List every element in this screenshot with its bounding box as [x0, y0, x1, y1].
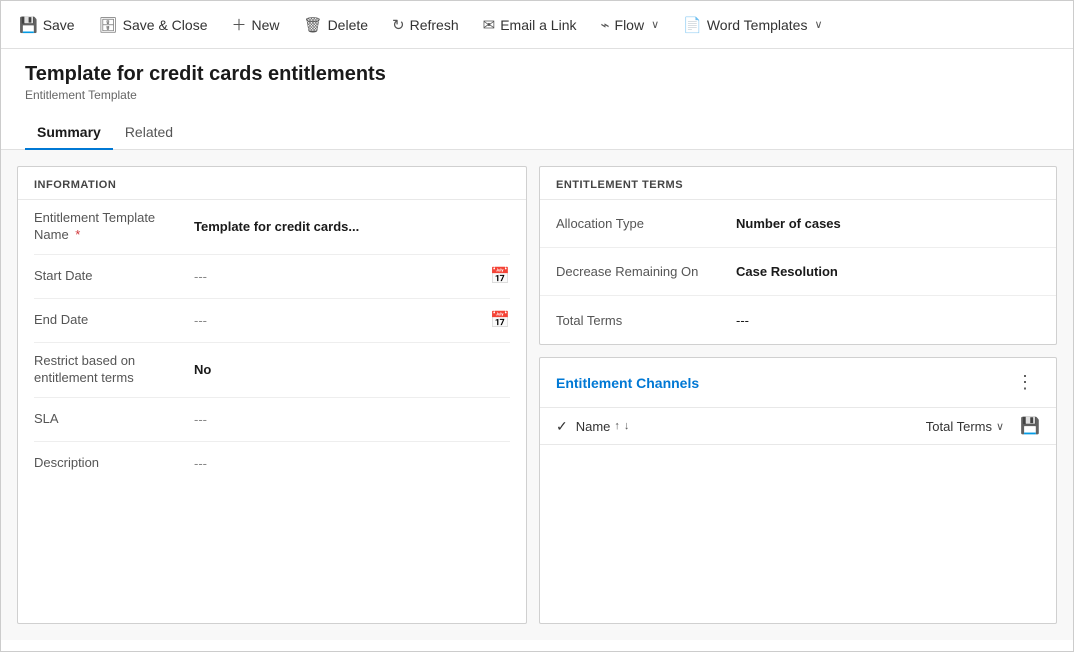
total-terms-col[interactable]: Total Terms ∨	[926, 419, 1004, 434]
field-row-end-date: End Date --- 📅	[34, 299, 510, 343]
field-value-restrict-terms[interactable]: No	[194, 362, 510, 377]
channels-header: Entitlement Channels ⋮	[540, 358, 1056, 408]
email-link-button[interactable]: ✉ Email a Link	[473, 10, 587, 40]
page-header: Template for credit cards entitlements E…	[1, 49, 1073, 102]
channels-save-icon[interactable]: 💾	[1020, 416, 1040, 436]
terms-row-allocation-type: Allocation Type Number of cases	[540, 200, 1056, 248]
field-value-template-name[interactable]: Template for credit cards...	[194, 219, 510, 234]
information-card: INFORMATION Entitlement Template Name * …	[17, 166, 527, 624]
terms-value-allocation-type[interactable]: Number of cases	[736, 216, 1040, 231]
new-icon: ＋	[231, 14, 246, 35]
word-templates-button[interactable]: 📄 Word Templates ∨	[673, 10, 832, 40]
channels-more-button[interactable]: ⋮	[1010, 370, 1040, 395]
terms-row-total-terms: Total Terms ---	[540, 296, 1056, 344]
save-close-button[interactable]: 🗄 Save & Close	[89, 10, 218, 40]
terms-value-decrease-remaining[interactable]: Case Resolution	[736, 264, 1040, 279]
refresh-button[interactable]: ↻ Refresh	[382, 10, 469, 40]
save-label: Save	[43, 17, 75, 33]
word-templates-icon: 📄	[683, 16, 702, 34]
total-terms-chevron-icon[interactable]: ∨	[996, 420, 1004, 433]
end-date-calendar-icon[interactable]: 📅	[490, 310, 510, 330]
toolbar: 💾 Save 🗄 Save & Close ＋ New 🗑 Delete ↻ R…	[1, 1, 1073, 49]
right-column: ENTITLEMENT TERMS Allocation Type Number…	[539, 166, 1057, 624]
delete-button[interactable]: 🗑 Delete	[294, 10, 379, 40]
entitlement-terms-card: ENTITLEMENT TERMS Allocation Type Number…	[539, 166, 1057, 345]
required-indicator: *	[72, 227, 81, 242]
name-sort-col[interactable]: Name ↑ ↓	[576, 419, 630, 434]
refresh-icon: ↻	[392, 16, 405, 34]
refresh-label: Refresh	[410, 17, 459, 33]
terms-row-decrease-remaining: Decrease Remaining On Case Resolution	[540, 248, 1056, 296]
save-close-icon: 🗄	[99, 16, 118, 34]
field-row-description: Description ---	[34, 442, 510, 486]
check-icon: ✓	[556, 418, 568, 435]
field-value-start-date[interactable]: ---	[194, 269, 490, 284]
flow-icon: ⌁	[600, 16, 609, 34]
field-label-sla: SLA	[34, 411, 194, 428]
word-templates-chevron-icon: ∨	[814, 18, 822, 31]
channels-title: Entitlement Channels	[556, 375, 699, 391]
main-content: INFORMATION Entitlement Template Name * …	[1, 150, 1073, 640]
channels-subheader: ✓ Name ↑ ↓ Total Terms ∨ 💾	[540, 408, 1056, 445]
page-subtitle: Entitlement Template	[25, 88, 1049, 102]
name-col-label: Name	[576, 419, 611, 434]
email-icon: ✉	[483, 16, 496, 34]
flow-chevron-icon: ∨	[651, 18, 659, 31]
information-fields: Entitlement Template Name * Template for…	[18, 200, 526, 486]
delete-label: Delete	[328, 17, 368, 33]
field-label-description: Description	[34, 455, 194, 472]
information-header: INFORMATION	[18, 167, 526, 200]
field-value-sla[interactable]: ---	[194, 412, 510, 427]
save-close-label: Save & Close	[123, 17, 208, 33]
word-templates-label: Word Templates	[707, 17, 808, 33]
new-button[interactable]: ＋ New	[221, 8, 289, 41]
tabs: Summary Related	[1, 106, 1073, 150]
field-value-description[interactable]: ---	[194, 456, 510, 471]
terms-value-total-terms[interactable]: ---	[736, 313, 1040, 328]
flow-button[interactable]: ⌁ Flow ∨	[590, 10, 669, 40]
terms-label-total-terms: Total Terms	[556, 313, 736, 328]
field-value-end-date[interactable]: ---	[194, 313, 490, 328]
total-terms-col-label: Total Terms	[926, 419, 992, 434]
field-row-template-name: Entitlement Template Name * Template for…	[34, 200, 510, 255]
field-label-end-date: End Date	[34, 312, 194, 329]
field-row-sla: SLA ---	[34, 398, 510, 442]
save-icon: 💾	[19, 16, 38, 34]
start-date-calendar-icon[interactable]: 📅	[490, 266, 510, 286]
flow-label: Flow	[615, 17, 645, 33]
tab-summary[interactable]: Summary	[25, 116, 113, 150]
field-label-start-date: Start Date	[34, 268, 194, 285]
entitlement-terms-header: ENTITLEMENT TERMS	[540, 167, 1056, 200]
name-sort-asc-icon[interactable]: ↑	[614, 420, 620, 432]
field-row-restrict-terms: Restrict based on entitlement terms No	[34, 343, 510, 398]
email-link-label: Email a Link	[500, 17, 576, 33]
new-label: New	[252, 17, 280, 33]
tab-related[interactable]: Related	[113, 116, 185, 150]
name-sort-desc-icon[interactable]: ↓	[624, 420, 630, 432]
field-label-template-name: Entitlement Template Name *	[34, 210, 194, 244]
field-label-restrict-terms: Restrict based on entitlement terms	[34, 353, 194, 387]
terms-label-decrease-remaining: Decrease Remaining On	[556, 264, 736, 279]
delete-icon: 🗑	[304, 16, 323, 34]
entitlement-channels-card: Entitlement Channels ⋮ ✓ Name ↑ ↓ Total …	[539, 357, 1057, 624]
save-button[interactable]: 💾 Save	[9, 10, 85, 40]
page-title: Template for credit cards entitlements	[25, 63, 1049, 86]
field-row-start-date: Start Date --- 📅	[34, 255, 510, 299]
terms-label-allocation-type: Allocation Type	[556, 216, 736, 231]
